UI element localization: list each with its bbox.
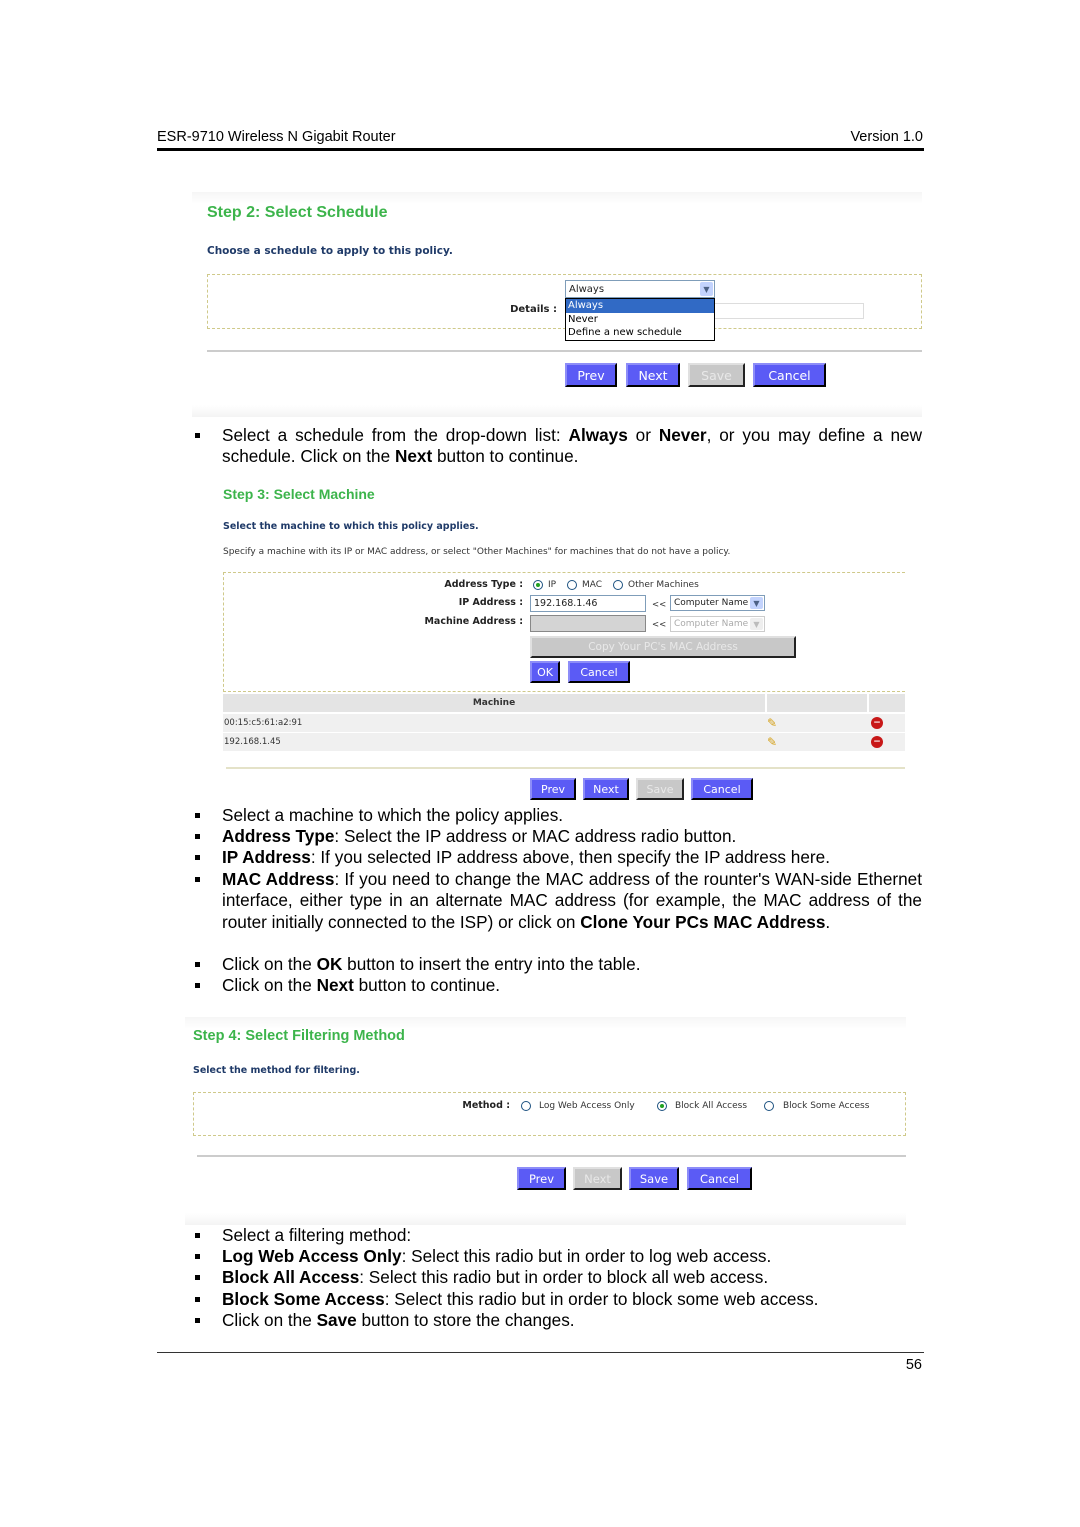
- step2-divider: [207, 350, 922, 352]
- address-type-mac-radio[interactable]: [567, 580, 577, 590]
- chevron-down-icon[interactable]: ▼: [750, 597, 763, 609]
- step4-panel: Step 4: Select Filtering Method Select t…: [185, 1017, 906, 1225]
- header-version: Version 1.0: [850, 129, 923, 145]
- machine-cell: 192.168.1.45: [224, 737, 281, 747]
- machine-column-header: Machine: [472, 698, 516, 708]
- schedule-select-value: Always: [569, 283, 605, 295]
- step3-bullet-1: Select a machine to which the policy app…: [195, 805, 564, 825]
- delete-column-header: [869, 694, 905, 712]
- copy-mac-button[interactable]: Copy Your PC's MAC Address: [530, 636, 796, 658]
- machine-cell: 00:15:c5:61:a2:91: [224, 718, 303, 728]
- step3-form-box: [223, 572, 905, 692]
- machine-table: Machine 00:15:c5:61:a2:91 ✎ − 192.168.1.…: [223, 694, 905, 751]
- address-type-other-label: Other Machines: [628, 580, 699, 590]
- method-label: Method :: [462, 1100, 510, 1111]
- step3-bullet-4: MAC Address: If you need to change the M…: [195, 869, 922, 932]
- step3-next-button[interactable]: Next: [583, 778, 629, 800]
- step2-cancel-button[interactable]: Cancel: [753, 363, 826, 387]
- step3-bullet-6: Click on the Next button to continue.: [195, 975, 501, 995]
- schedule-select[interactable]: Always ▼: [565, 280, 715, 298]
- step4-form-box: [193, 1092, 906, 1136]
- step2-save-button[interactable]: Save: [688, 363, 745, 387]
- step3-prev-button[interactable]: Prev: [530, 778, 576, 800]
- schedule-option-never[interactable]: Never: [566, 313, 714, 327]
- delete-icon[interactable]: −: [869, 736, 905, 748]
- address-type-label: Address Type :: [444, 579, 523, 590]
- step2-panel: Step 2: Select Schedule Choose a schedul…: [192, 192, 922, 417]
- machine-arrow: <<: [652, 620, 667, 630]
- document-header: ESR-9710 Wireless N Gigabit Router Versi…: [157, 129, 923, 145]
- step4-bullet-4: Block Some Access: Select this radio but…: [195, 1289, 819, 1309]
- ip-address-label: IP Address :: [458, 597, 523, 608]
- step3-cancel-button[interactable]: Cancel: [691, 778, 753, 800]
- chevron-down-icon[interactable]: ▼: [750, 618, 763, 630]
- step2-next-button[interactable]: Next: [626, 363, 680, 387]
- bullet-text: Select a schedule from the drop-down lis…: [222, 425, 923, 467]
- delete-icon[interactable]: −: [869, 717, 905, 729]
- step3-form-cancel-button[interactable]: Cancel: [568, 661, 630, 683]
- schedule-option-define-new[interactable]: Define a new schedule: [566, 326, 714, 340]
- step3-bullet-3: IP Address: If you selected IP address a…: [195, 847, 830, 867]
- step3-subtitle: Select the machine to which this policy …: [223, 521, 479, 532]
- step3-panel: Step 3: Select Machine Select the machin…: [210, 480, 910, 805]
- table-row: 192.168.1.45 ✎ −: [223, 733, 905, 751]
- header-rule: [157, 148, 924, 151]
- method-block-some-radio[interactable]: [764, 1101, 774, 1111]
- step4-subtitle: Select the method for filtering.: [193, 1065, 360, 1076]
- chevron-down-icon[interactable]: ▼: [700, 282, 713, 296]
- step2-prev-button[interactable]: Prev: [565, 363, 617, 387]
- machine-address-input[interactable]: [530, 615, 646, 632]
- step3-ok-button[interactable]: OK: [530, 661, 560, 683]
- method-block-all-label: Block All Access: [675, 1101, 748, 1111]
- step3-divider: [226, 767, 905, 769]
- table-row: 00:15:c5:61:a2:91 ✎ −: [223, 714, 905, 732]
- step4-bullet-1: Select a filtering method:: [195, 1225, 412, 1245]
- step4-bullet-3: Block All Access: Select this radio but …: [195, 1267, 769, 1287]
- step3-description: Specify a machine with its IP or MAC add…: [223, 547, 731, 557]
- step3-save-button[interactable]: Save: [636, 778, 684, 800]
- schedule-option-always[interactable]: Always: [566, 299, 714, 313]
- machine-address-label: Machine Address :: [424, 616, 523, 627]
- step3-bullet-2: Address Type: Select the IP address or M…: [195, 826, 737, 846]
- footer-rule: [157, 1352, 924, 1353]
- step4-title: Step 4: Select Filtering Method: [193, 1028, 405, 1044]
- step4-divider: [197, 1155, 906, 1157]
- address-type-mac-label: MAC: [582, 580, 603, 590]
- machine-table-header: Machine: [223, 694, 905, 712]
- page-number: 56: [905, 1357, 922, 1373]
- method-log-web-radio[interactable]: [521, 1101, 531, 1111]
- machine-computer-name-select[interactable]: Computer Name ▼: [670, 616, 765, 632]
- step4-bullet-2: Log Web Access Only: Select this radio b…: [195, 1246, 772, 1266]
- edit-column-header: [767, 694, 867, 712]
- step4-bullet-5: Click on the Save button to store the ch…: [195, 1310, 575, 1330]
- step3-bullet-5: Click on the OK button to insert the ent…: [195, 954, 641, 974]
- details-label: Details :: [510, 304, 557, 315]
- step3-title: Step 3: Select Machine: [223, 486, 375, 502]
- step4-prev-button[interactable]: Prev: [517, 1167, 566, 1190]
- address-type-ip-radio[interactable]: [533, 580, 543, 590]
- header-title: ESR-9710 Wireless N Gigabit Router: [157, 129, 396, 145]
- ip-computer-name-select[interactable]: Computer Name ▼: [670, 595, 765, 611]
- edit-icon[interactable]: ✎: [767, 735, 869, 749]
- edit-icon[interactable]: ✎: [767, 716, 869, 730]
- step4-cancel-button[interactable]: Cancel: [687, 1167, 752, 1190]
- step2-bullet: Select a schedule from the drop-down lis…: [195, 425, 922, 468]
- step2-subtitle: Choose a schedule to apply to this polic…: [207, 245, 453, 257]
- method-log-web-label: Log Web Access Only: [539, 1101, 635, 1111]
- address-type-other-radio[interactable]: [613, 580, 623, 590]
- method-block-all-radio[interactable]: [657, 1101, 667, 1111]
- method-block-some-label: Block Some Access: [783, 1101, 870, 1111]
- schedule-dropdown-list: Always Never Define a new schedule: [565, 298, 715, 341]
- step4-save-button[interactable]: Save: [629, 1167, 679, 1190]
- step4-next-button[interactable]: Next: [573, 1167, 622, 1190]
- step2-title: Step 2: Select Schedule: [207, 204, 388, 221]
- ip-address-input[interactable]: 192.168.1.46: [530, 595, 646, 612]
- details-input[interactable]: [712, 303, 864, 319]
- ip-arrow: <<: [652, 600, 667, 610]
- address-type-ip-label: IP: [548, 580, 557, 590]
